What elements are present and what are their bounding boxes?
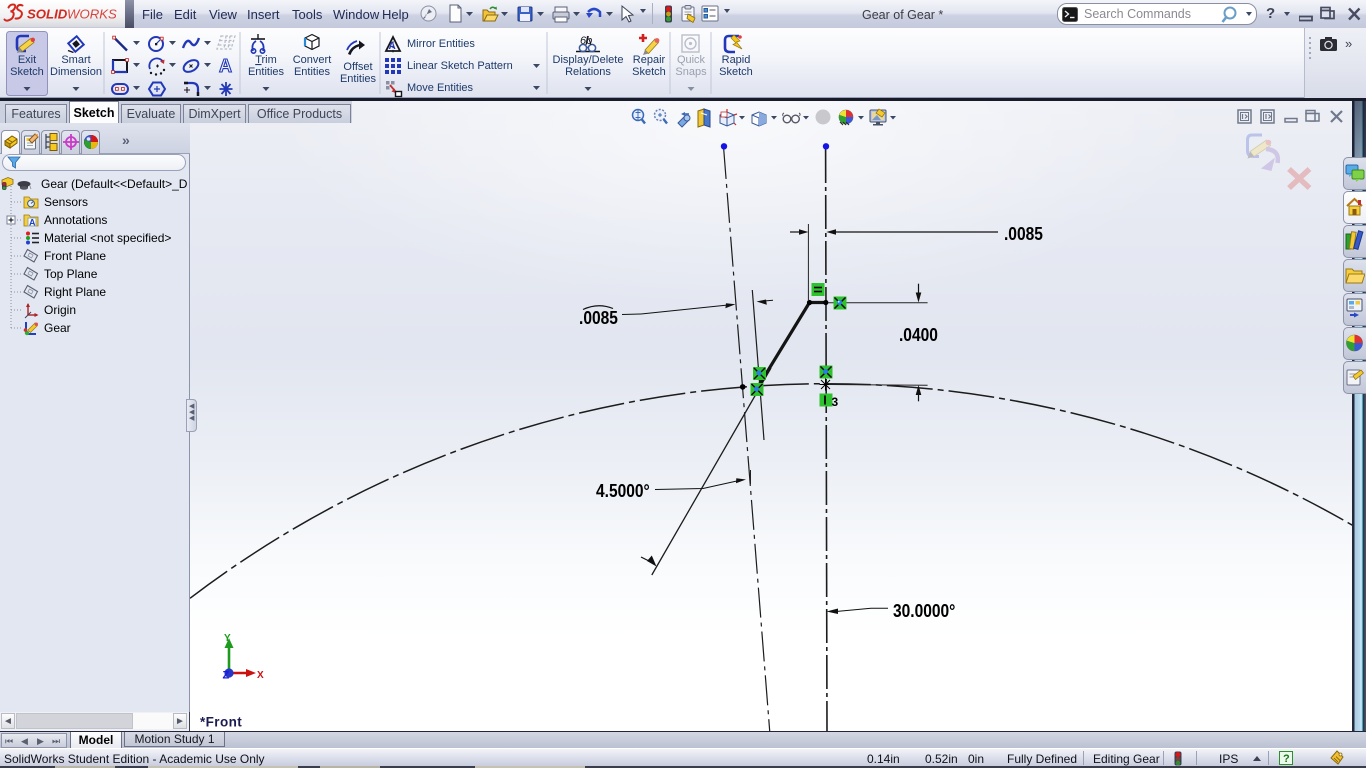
svg-text:SOLID: SOLID bbox=[27, 7, 68, 22]
svg-text:?: ? bbox=[1283, 753, 1290, 765]
svg-text:Rapid: Rapid bbox=[722, 54, 751, 66]
svg-text:A: A bbox=[29, 218, 36, 228]
svg-text:Smart: Smart bbox=[61, 54, 90, 66]
svg-text:Front Plane: Front Plane bbox=[44, 249, 106, 263]
svg-text:Sensors: Sensors bbox=[44, 195, 88, 209]
svg-text:Trim: Trim bbox=[255, 54, 277, 66]
svg-text:Entities: Entities bbox=[340, 73, 377, 85]
svg-text:*Front: *Front bbox=[200, 715, 242, 730]
svg-text:Relations: Relations bbox=[565, 66, 611, 78]
svg-text:Convert: Convert bbox=[293, 54, 332, 66]
svg-text:Material <not specified>: Material <not specified> bbox=[44, 231, 171, 245]
svg-text:»: » bbox=[1345, 36, 1352, 51]
svg-text:.0085: .0085 bbox=[1004, 224, 1043, 245]
svg-text:Y: Y bbox=[224, 633, 231, 644]
svg-text:Quick: Quick bbox=[677, 54, 706, 66]
svg-text:30.0000°: 30.0000° bbox=[893, 601, 956, 622]
svg-text:Exit: Exit bbox=[18, 54, 36, 66]
svg-text:Sketch: Sketch bbox=[10, 66, 44, 78]
svg-text:Gear (Default<<Default>_D: Gear (Default<<Default>_D bbox=[41, 177, 188, 191]
svg-text:A: A bbox=[389, 41, 396, 52]
svg-text:Move Entities: Move Entities bbox=[407, 82, 474, 94]
svg-text:X: X bbox=[257, 670, 264, 681]
svg-text:4.5000°: 4.5000° bbox=[596, 481, 650, 502]
svg-text:Repair: Repair bbox=[633, 54, 666, 66]
svg-text:Mirror Entities: Mirror Entities bbox=[407, 38, 475, 50]
svg-text:Snaps: Snaps bbox=[675, 66, 707, 78]
svg-text:Right Plane: Right Plane bbox=[44, 285, 106, 299]
svg-text:Display/Delete: Display/Delete bbox=[553, 54, 624, 66]
svg-text:Dimension: Dimension bbox=[50, 66, 102, 78]
svg-text:Offset: Offset bbox=[343, 61, 372, 73]
svg-text:Gear: Gear bbox=[44, 321, 71, 335]
svg-text:WORKS: WORKS bbox=[67, 7, 117, 22]
svg-text:.0085: .0085 bbox=[579, 308, 618, 329]
svg-text:Annotations: Annotations bbox=[44, 213, 107, 227]
svg-text:Entities: Entities bbox=[294, 66, 331, 78]
svg-text:Linear Sketch Pattern: Linear Sketch Pattern bbox=[407, 60, 513, 72]
svg-text:Entities: Entities bbox=[248, 66, 285, 78]
svg-text:.0400: .0400 bbox=[899, 325, 938, 346]
svg-text:Origin: Origin bbox=[44, 303, 76, 317]
svg-text:A: A bbox=[219, 56, 232, 76]
svg-text:Sketch: Sketch bbox=[632, 66, 666, 78]
svg-text:3: 3 bbox=[832, 395, 839, 409]
svg-text:Sketch: Sketch bbox=[719, 66, 753, 78]
svg-text:Top Plane: Top Plane bbox=[44, 267, 98, 281]
svg-text:Z: Z bbox=[223, 670, 230, 682]
